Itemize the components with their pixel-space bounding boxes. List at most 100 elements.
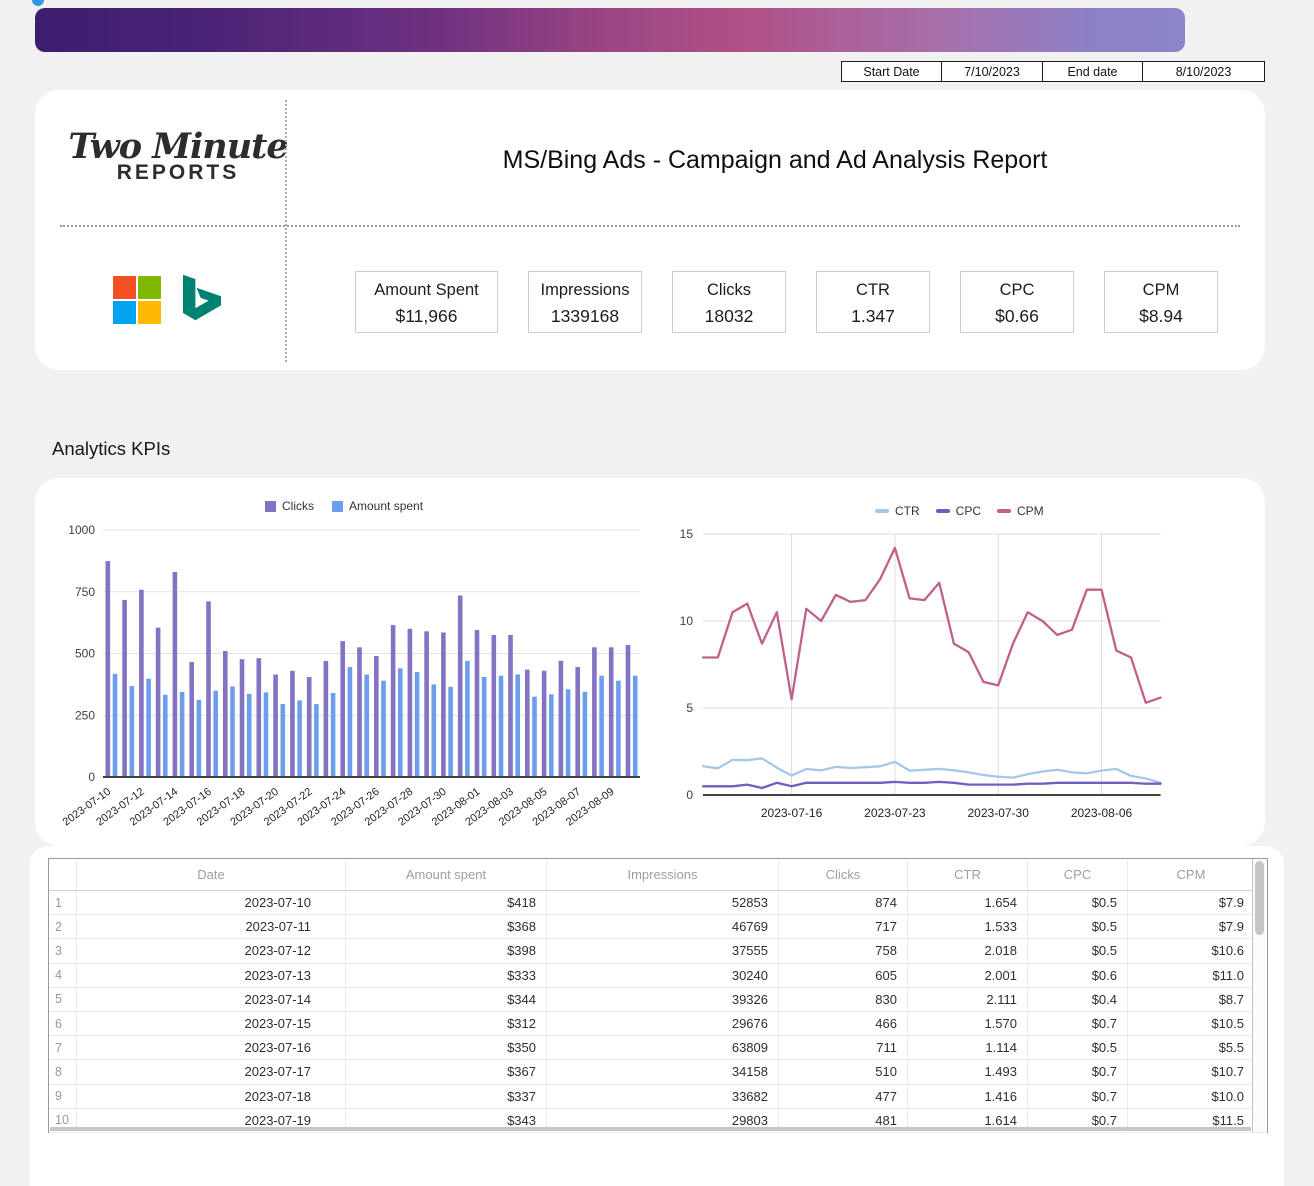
table-header-row: DateAmount spentImpressionsClicksCTRCPCC… <box>49 859 1267 891</box>
table-cell: 9 <box>49 1085 77 1108</box>
start-date-value[interactable]: 7/10/2023 <box>941 61 1043 82</box>
table-cell: 2023-07-12 <box>77 939 346 962</box>
kpi-value: $8.94 <box>1105 303 1217 329</box>
table-cell: 717 <box>779 915 908 938</box>
table-cell: 1.533 <box>908 915 1028 938</box>
table-cell: $0.6 <box>1028 964 1128 987</box>
table-cell: 2023-07-10 <box>77 891 346 914</box>
date-range-filter: Start Date 7/10/2023 End date 8/10/2023 <box>841 61 1265 82</box>
kpi-label: Amount Spent <box>356 277 497 303</box>
column-header-cpm: CPM <box>1128 859 1254 890</box>
table-cell: 6 <box>49 1012 77 1035</box>
table-cell: 2 <box>49 915 77 938</box>
microsoft-logo-icon <box>113 276 161 324</box>
table-cell: 2.001 <box>908 964 1028 987</box>
horizontal-dotted-divider <box>60 225 1240 227</box>
table-cell: 2.111 <box>908 988 1028 1011</box>
vertical-scrollbar[interactable] <box>1252 859 1267 1132</box>
svg-text:1000: 1000 <box>68 523 95 537</box>
table-cell: $0.5 <box>1028 1036 1128 1059</box>
table-cell: $10.5 <box>1128 1012 1254 1035</box>
section-heading: Analytics KPIs <box>52 438 170 460</box>
kpi-card-clicks: Clicks18032 <box>672 271 786 333</box>
table-cell: $398 <box>346 939 547 962</box>
table-cell: 8 <box>49 1060 77 1083</box>
table-cell: $0.7 <box>1028 1012 1128 1035</box>
microsoft-logo-square <box>113 301 136 324</box>
end-date-value[interactable]: 8/10/2023 <box>1142 61 1265 82</box>
svg-text:2023-07-16: 2023-07-16 <box>761 806 823 820</box>
column-header-date: Date <box>77 859 346 890</box>
kpi-card-impressions: Impressions1339168 <box>528 271 642 333</box>
svg-text:750: 750 <box>75 585 95 599</box>
table-cell: 52853 <box>547 891 779 914</box>
table-cell: 830 <box>779 988 908 1011</box>
svg-text:2023-08-06: 2023-08-06 <box>1071 806 1133 820</box>
cropped-app-icon <box>32 0 44 6</box>
table-row: 92023-07-18$337336824771.416$0.7$10.0 <box>49 1085 1267 1109</box>
table-cell: 63809 <box>547 1036 779 1059</box>
table-cell: 2023-07-13 <box>77 964 346 987</box>
table-cell: 711 <box>779 1036 908 1059</box>
kpi-card-cpm: CPM$8.94 <box>1104 271 1218 333</box>
table-cell: 2023-07-18 <box>77 1085 346 1108</box>
table-cell: 2.018 <box>908 939 1028 962</box>
table-cell: $350 <box>346 1036 547 1059</box>
microsoft-logo-square <box>138 276 161 299</box>
table-cell: 605 <box>779 964 908 987</box>
table-cell: 1.114 <box>908 1036 1028 1059</box>
vertical-scrollbar-thumb[interactable] <box>1255 861 1264 935</box>
table-cell: $10.7 <box>1128 1060 1254 1083</box>
kpi-value: $0.66 <box>961 303 1073 329</box>
table-cell: 477 <box>779 1085 908 1108</box>
svg-text:500: 500 <box>75 647 95 661</box>
column-header-cpc: CPC <box>1028 859 1128 890</box>
svg-text:250: 250 <box>75 708 95 722</box>
table-row: 12023-07-10$418528538741.654$0.5$7.9 <box>49 891 1267 915</box>
microsoft-logo-square <box>138 301 161 324</box>
table-cell: $5.5 <box>1128 1036 1254 1059</box>
table-cell: 466 <box>779 1012 908 1035</box>
kpi-card-ctr: CTR1.347 <box>816 271 930 333</box>
table-cell: 2023-07-11 <box>77 915 346 938</box>
clicks-amount-bar-chart: 025050075010002023-07-102023-07-122023-0… <box>40 492 670 840</box>
table-cell: 29676 <box>547 1012 779 1035</box>
table-row: 32023-07-12$398375557582.018$0.5$10.6 <box>49 939 1267 963</box>
svg-text:0: 0 <box>88 770 95 784</box>
table-cell: $0.5 <box>1028 891 1128 914</box>
horizontal-scrollbar[interactable] <box>50 1127 1251 1131</box>
table-cell: 4 <box>49 964 77 987</box>
table-cell: 874 <box>779 891 908 914</box>
table-cell: $333 <box>346 964 547 987</box>
table-cell: $7.9 <box>1128 915 1254 938</box>
table-cell: 2023-07-17 <box>77 1060 346 1083</box>
kpi-card-amount-spent: Amount Spent$11,966 <box>355 271 498 333</box>
report-header-card: Two Minute REPORTS MS/Bing Ads - Campaig… <box>35 90 1265 370</box>
microsoft-logo-square <box>113 276 136 299</box>
kpi-summary-row: Amount Spent$11,966 Impressions1339168 Cli… <box>355 271 1218 333</box>
table-cell: 3 <box>49 939 77 962</box>
kpi-label: CPM <box>1105 277 1217 303</box>
table-cell: $312 <box>346 1012 547 1035</box>
table-cell: $10.0 <box>1128 1085 1254 1108</box>
table-row: 22023-07-11$368467697171.533$0.5$7.9 <box>49 915 1267 939</box>
table-cell: 2023-07-14 <box>77 988 346 1011</box>
column-header-impressions: Impressions <box>547 859 779 890</box>
table-cell: 1.654 <box>908 891 1028 914</box>
kpi-label: Clicks <box>673 277 785 303</box>
svg-text:10: 10 <box>680 614 693 628</box>
table-cell: $368 <box>346 915 547 938</box>
table-cell: 34158 <box>547 1060 779 1083</box>
table-cell: 39326 <box>547 988 779 1011</box>
kpi-value: 1.347 <box>817 303 929 329</box>
table-cell: 5 <box>49 988 77 1011</box>
table-cell: $418 <box>346 891 547 914</box>
table-cell: $11.0 <box>1128 964 1254 987</box>
table-cell: 1.416 <box>908 1085 1028 1108</box>
start-date-label: Start Date <box>841 61 942 82</box>
table-cell: 2023-07-15 <box>77 1012 346 1035</box>
column-header-ctr: CTR <box>908 859 1028 890</box>
table-cell: $7.9 <box>1128 891 1254 914</box>
table-cell: 1 <box>49 891 77 914</box>
table-cell: 1.570 <box>908 1012 1028 1035</box>
